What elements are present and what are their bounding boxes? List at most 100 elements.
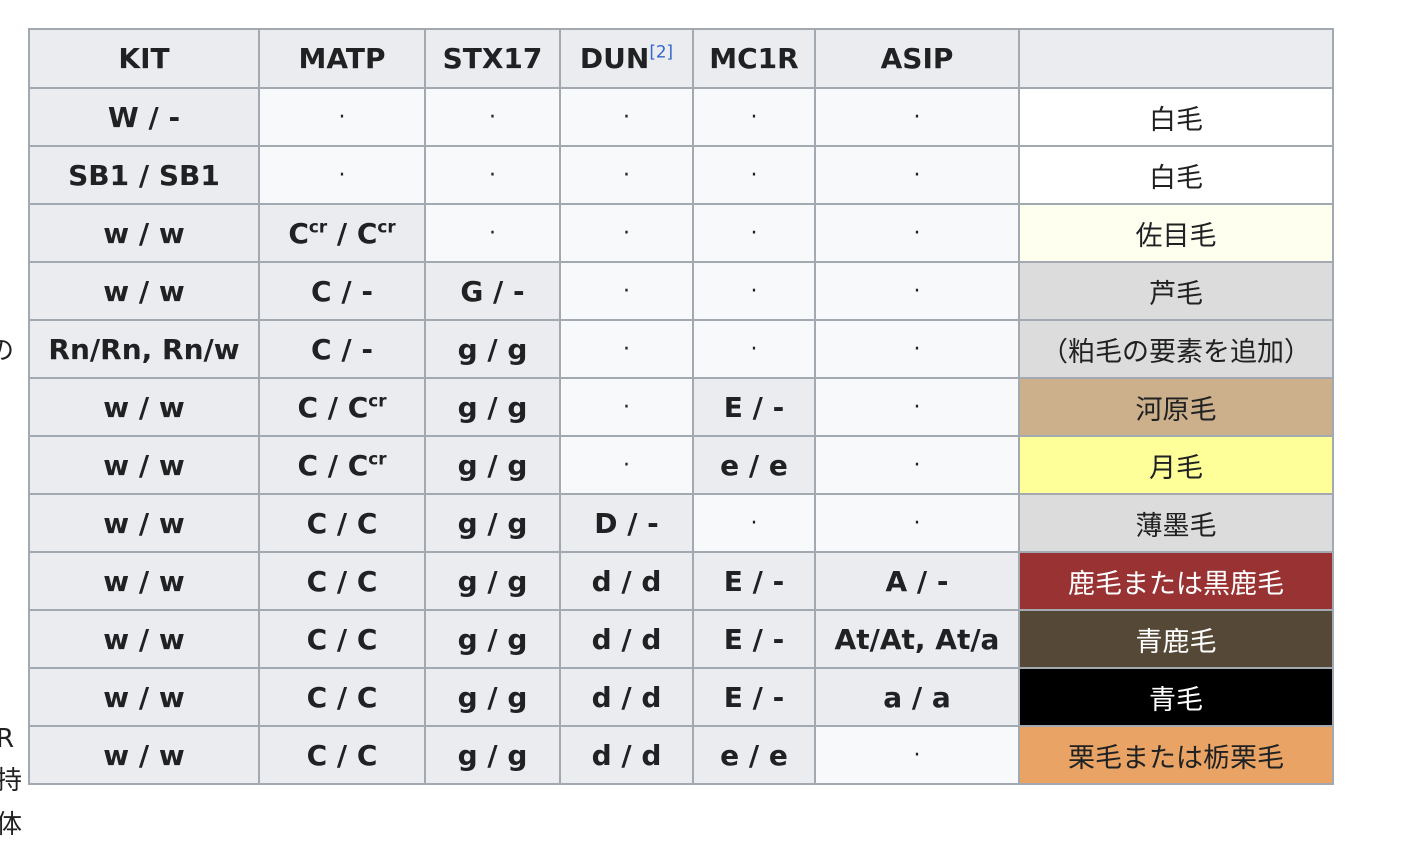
empty-cell: · xyxy=(559,87,694,147)
genotype-cell: d / d xyxy=(559,667,694,727)
edge-fragment: の xyxy=(0,336,15,366)
genotype-cell: g / g xyxy=(424,551,561,611)
empty-cell: · xyxy=(692,203,816,263)
coat-color-cell: 河原毛 xyxy=(1018,377,1334,437)
genotype-cell: g / g xyxy=(424,319,561,379)
empty-cell: · xyxy=(692,145,816,205)
genotype-cell: SB1 / SB1 xyxy=(28,145,260,205)
genotype-cell: C / C xyxy=(258,493,426,553)
empty-cell: · xyxy=(559,377,694,437)
coat-color-cell: 月毛 xyxy=(1018,435,1334,495)
genotype-cell: E / - xyxy=(692,551,816,611)
table-row: W / - · · · · · 白毛 xyxy=(28,87,1334,147)
empty-cell: · xyxy=(814,87,1020,147)
genotype-cell: d / d xyxy=(559,609,694,669)
genotype-cell: G / - xyxy=(424,261,561,321)
edge-fragment: 持 xyxy=(0,766,23,796)
table-row: w / w Ccr / Ccr · · · · 佐目毛 xyxy=(28,203,1334,263)
empty-cell: · xyxy=(559,435,694,495)
genotype-cell: g / g xyxy=(424,609,561,669)
genotype-cell: C / - xyxy=(258,261,426,321)
table-row: w / wC / Ccr g / g · e / e · 月毛 xyxy=(28,435,1334,495)
empty-cell: · xyxy=(692,319,816,379)
column-header: MC1R xyxy=(692,28,816,89)
table-row: w / wC / Cg / gd / de / e · 栗毛または栃栗毛 xyxy=(28,725,1334,785)
table-row: Rn/Rn, Rn/w C / -g / g · · · （粕毛の要素を追加） xyxy=(28,319,1334,379)
empty-cell: · xyxy=(559,145,694,205)
empty-cell: · xyxy=(692,87,816,147)
genotype-cell: E / - xyxy=(692,377,816,437)
table-row: w / wC / -G / - · · · 芦毛 xyxy=(28,261,1334,321)
genotype-cell: w / w xyxy=(28,261,260,321)
empty-cell: · xyxy=(814,261,1020,321)
genotype-cell: g / g xyxy=(424,493,561,553)
empty-cell: · xyxy=(258,145,426,205)
genotype-cell: At/At, At/a xyxy=(814,609,1020,669)
empty-cell: · xyxy=(559,261,694,321)
empty-cell: · xyxy=(814,203,1020,263)
table-row: w / wC / Cg / gd / dE / -A / - 鹿毛または黒鹿毛 xyxy=(28,551,1334,611)
genotype-cell: C / - xyxy=(258,319,426,379)
coat-color-cell: 栗毛または栃栗毛 xyxy=(1018,725,1334,785)
genotype-cell: Ccr / Ccr xyxy=(258,203,426,263)
coat-color-cell: 白毛 xyxy=(1018,87,1334,147)
genotype-cell: w / w xyxy=(28,435,260,495)
empty-cell: · xyxy=(692,493,816,553)
genotype-cell: w / w xyxy=(28,667,260,727)
column-header: STX17 xyxy=(424,28,561,89)
empty-cell: · xyxy=(424,87,561,147)
genotype-cell: C / Ccr xyxy=(258,435,426,495)
genotype-cell: w / w xyxy=(28,377,260,437)
genotype-cell: W / - xyxy=(28,87,260,147)
table-body: W / - · · · · · 白毛 SB1 / SB1 · · · · · 白毛 w / w Ccr / C… xyxy=(28,87,1334,785)
reference-link[interactable]: [2] xyxy=(649,42,673,62)
column-header: ASIP xyxy=(814,28,1020,89)
column-header xyxy=(1018,28,1334,89)
table-header-row: KIT MATP STX17 DUN[2] MC1R ASIP xyxy=(28,28,1334,89)
genotype-cell: w / w xyxy=(28,551,260,611)
genotype-cell: D / - xyxy=(559,493,694,553)
genotype-cell: C / C xyxy=(258,725,426,785)
empty-cell: · xyxy=(814,435,1020,495)
table-row: SB1 / SB1 · · · · · 白毛 xyxy=(28,145,1334,205)
empty-cell: · xyxy=(258,87,426,147)
genotype-cell: g / g xyxy=(424,377,561,437)
genotype-cell: C / C xyxy=(258,667,426,727)
column-header: MATP xyxy=(258,28,426,89)
genotype-cell: C / C xyxy=(258,551,426,611)
coat-color-cell: 佐目毛 xyxy=(1018,203,1334,263)
empty-cell: · xyxy=(814,145,1020,205)
empty-cell: · xyxy=(424,145,561,205)
genotype-cell: e / e xyxy=(692,725,816,785)
coat-color-cell: 青鹿毛 xyxy=(1018,609,1334,669)
genotype-cell: w / w xyxy=(28,609,260,669)
empty-cell: · xyxy=(559,203,694,263)
empty-cell: · xyxy=(559,319,694,379)
genotype-cell: d / d xyxy=(559,551,694,611)
genotype-cell: e / e xyxy=(692,435,816,495)
table-row: w / wC / Ccr g / g · E / - · 河原毛 xyxy=(28,377,1334,437)
genotype-cell: w / w xyxy=(28,493,260,553)
column-header: KIT xyxy=(28,28,260,89)
genotype-cell: g / g xyxy=(424,725,561,785)
genotype-cell: g / g xyxy=(424,667,561,727)
empty-cell: · xyxy=(814,493,1020,553)
edge-fragment: 体 xyxy=(0,810,23,840)
empty-cell: · xyxy=(814,377,1020,437)
genotype-cell: w / w xyxy=(28,725,260,785)
edge-fragment: R xyxy=(0,724,15,754)
table-row: w / wC / Cg / gd / dE / - At/At, At/a 青鹿毛 xyxy=(28,609,1334,669)
genotype-cell: w / w xyxy=(28,203,260,263)
genotype-cell: C / Ccr xyxy=(258,377,426,437)
coat-color-cell: 白毛 xyxy=(1018,145,1334,205)
coat-color-cell: 薄墨毛 xyxy=(1018,493,1334,553)
genotype-cell: d / d xyxy=(559,725,694,785)
coat-color-cell: 鹿毛または黒鹿毛 xyxy=(1018,551,1334,611)
coat-color-cell: 芦毛 xyxy=(1018,261,1334,321)
genotype-cell: Rn/Rn, Rn/w xyxy=(28,319,260,379)
genotype-cell: E / - xyxy=(692,667,816,727)
empty-cell: · xyxy=(814,725,1020,785)
genotype-cell: A / - xyxy=(814,551,1020,611)
table-row: w / wC / Cg / gD / - · · 薄墨毛 xyxy=(28,493,1334,553)
empty-cell: · xyxy=(692,261,816,321)
